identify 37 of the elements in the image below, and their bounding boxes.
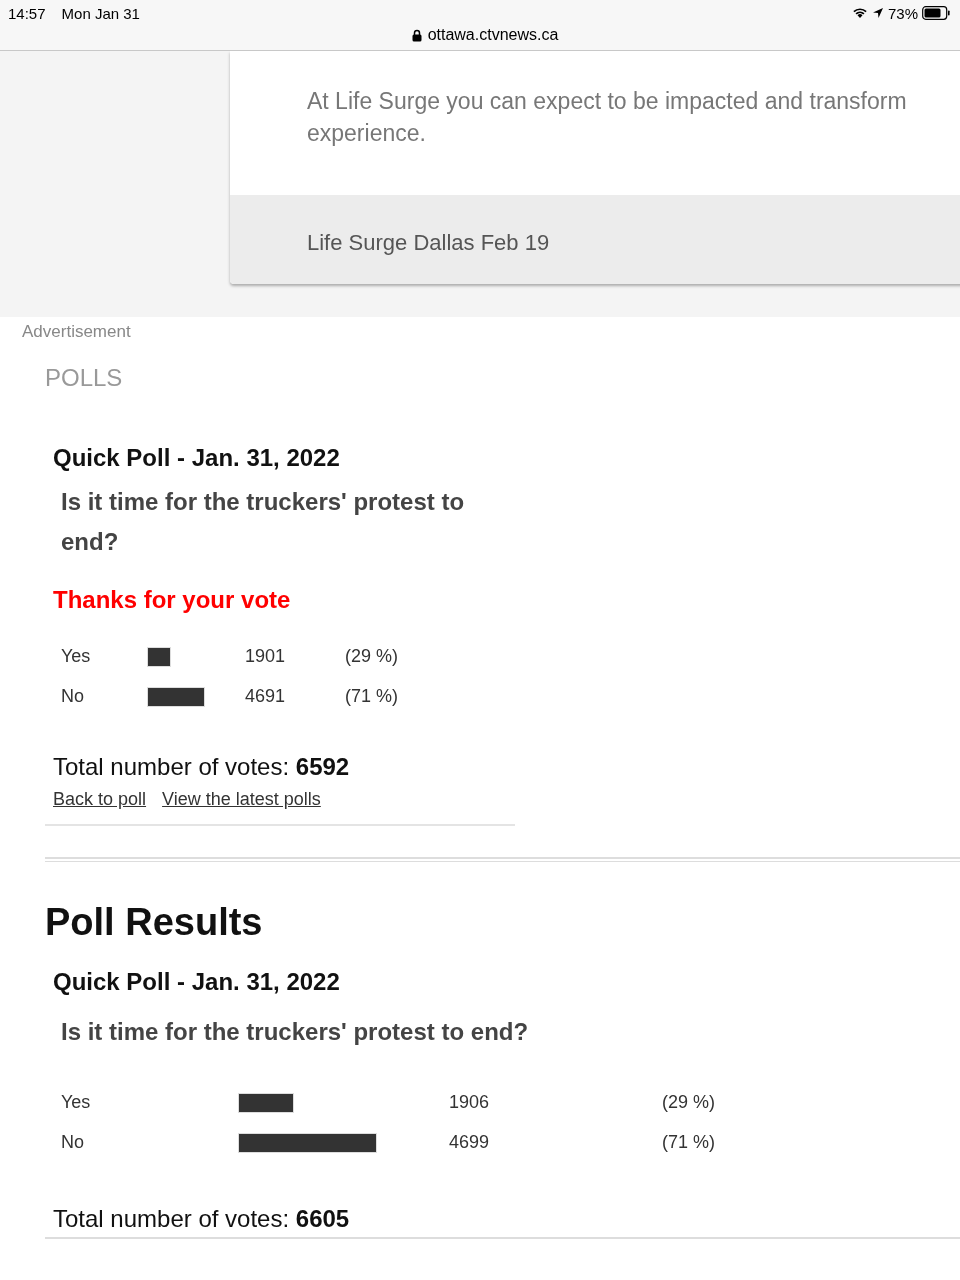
battery-icon <box>922 6 950 20</box>
option-label: No <box>61 686 85 707</box>
option-label: Yes <box>61 1092 92 1113</box>
status-time: 14:57 <box>8 4 46 22</box>
total-votes: Total number of votes: 6605 <box>45 1205 960 1239</box>
poll-question: Is it time for the truckers' protest to end? <box>61 487 466 557</box>
vote-count: 4691 <box>245 686 287 707</box>
status-date: Mon Jan 31 <box>61 4 140 22</box>
advertisement-label: Advertisement <box>22 321 132 342</box>
vote-percentage: (29 %) <box>345 646 399 667</box>
result-bar <box>147 646 171 667</box>
vote-count: 4699 <box>449 1132 491 1153</box>
vote-confirmation: Thanks for your vote <box>53 586 292 614</box>
result-bar <box>238 1092 295 1113</box>
poll-title: Quick Poll - Jan. 31, 2022 <box>53 444 341 472</box>
poll-link[interactable]: View the latest polls <box>162 789 321 810</box>
event-title: Life Surge Dallas Feb 19 <box>307 230 550 255</box>
location-arrow-icon <box>871 7 884 19</box>
vote-percentage: (29 %) <box>662 1092 716 1113</box>
result-bar <box>147 686 206 707</box>
option-label: No <box>61 1132 85 1153</box>
poll-question: Is it time for the truckers' protest to end? <box>61 1017 530 1047</box>
poll-title: Quick Poll - Jan. 31, 2022 <box>53 968 341 996</box>
promo-text: At Life Surge you can expect to be impacted and transform experience. <box>307 87 908 148</box>
vote-percentage: (71 %) <box>662 1132 716 1153</box>
total-votes: Total number of votes: 6592 <box>53 753 351 781</box>
vote-percentage: (71 %) <box>345 686 399 707</box>
section-title: POLLS <box>45 364 124 392</box>
wifi-icon <box>851 7 868 19</box>
poll-link[interactable]: Back to poll <box>53 789 147 810</box>
option-label: Yes <box>61 646 92 667</box>
battery-percentage: 73% <box>887 4 918 22</box>
address-bar-url[interactable]: ottawa.ctvnews.ca <box>427 26 559 44</box>
results-heading: Poll Results <box>45 900 264 944</box>
vote-count: 1906 <box>449 1092 491 1113</box>
vote-count: 1901 <box>245 646 287 667</box>
lock-icon <box>411 28 422 42</box>
